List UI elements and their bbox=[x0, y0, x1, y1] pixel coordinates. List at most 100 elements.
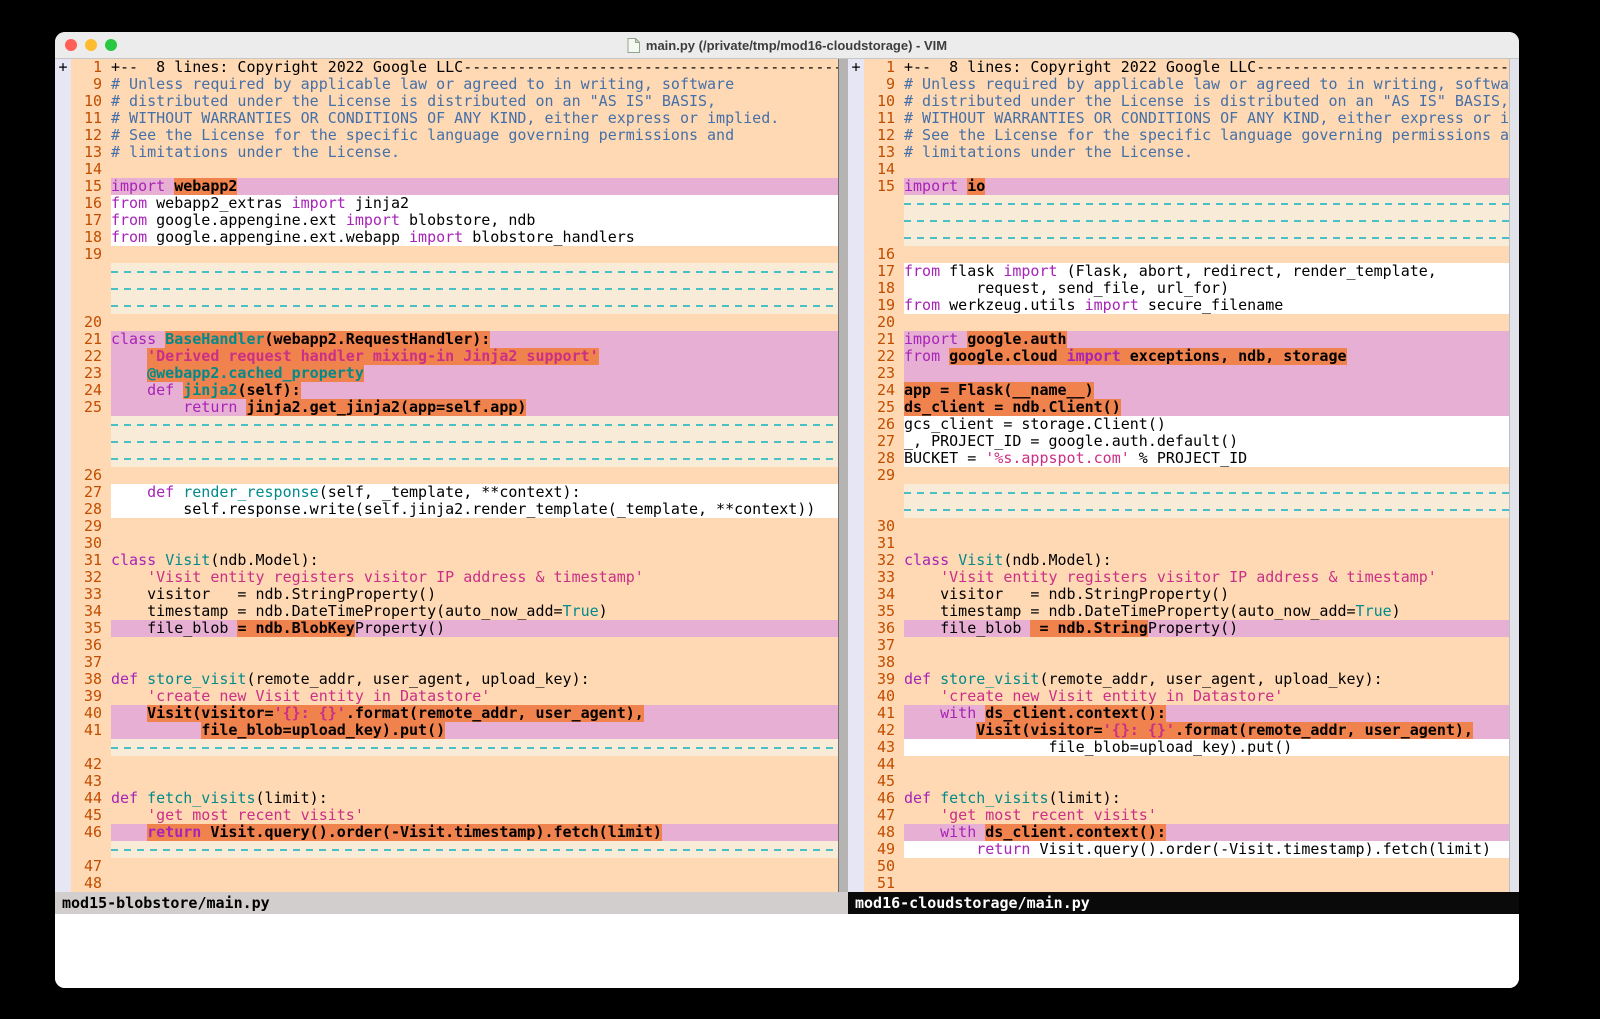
code-line[interactable]: 49 return Visit.query().order(-Visit.tim… bbox=[864, 841, 1509, 858]
code-line[interactable]: 39 'create new Visit entity in Datastore… bbox=[71, 688, 838, 705]
code-line[interactable]: 29 bbox=[71, 518, 838, 535]
code-line[interactable]: 9# Unless required by applicable law or … bbox=[864, 76, 1509, 93]
code-line[interactable]: 51 bbox=[864, 875, 1509, 892]
close-button[interactable] bbox=[65, 39, 77, 51]
code-line[interactable]: 41 file_blob=upload_key).put() bbox=[71, 722, 838, 739]
code-line[interactable]: 23 @webapp2.cached_property bbox=[71, 365, 838, 382]
code-line[interactable]: 11# WITHOUT WARRANTIES OR CONDITIONS OF … bbox=[71, 110, 838, 127]
code-line[interactable]: 13# limitations under the License. bbox=[864, 144, 1509, 161]
code-line[interactable]: 21class BaseHandler(webapp2.RequestHandl… bbox=[71, 331, 838, 348]
code-line[interactable]: 37 bbox=[71, 654, 838, 671]
code-line[interactable]: 38 bbox=[864, 654, 1509, 671]
diff-filler-line[interactable] bbox=[71, 739, 838, 756]
code-line[interactable]: 20 bbox=[71, 314, 838, 331]
code-line[interactable]: 14 bbox=[864, 161, 1509, 178]
code-line[interactable]: 24 def jinja2(self): bbox=[71, 382, 838, 399]
code-line[interactable]: 45 bbox=[864, 773, 1509, 790]
code-line[interactable]: 28 self.response.write(self.jinja2.rende… bbox=[71, 501, 838, 518]
code-line[interactable]: 44def fetch_visits(limit): bbox=[71, 790, 838, 807]
code-line[interactable]: 1+-- 8 lines: Copyright 2022 Google LLC-… bbox=[864, 59, 1509, 76]
code-line[interactable]: 27_, PROJECT_ID = google.auth.default() bbox=[864, 433, 1509, 450]
code-line[interactable]: 22 'Derived request handler mixing-in Ji… bbox=[71, 348, 838, 365]
code-line[interactable]: 23 bbox=[864, 365, 1509, 382]
code-line[interactable]: 25ds_client = ndb.Client() bbox=[864, 399, 1509, 416]
code-line[interactable]: 17from google.appengine.ext import blobs… bbox=[71, 212, 838, 229]
diff-filler-line[interactable] bbox=[71, 280, 838, 297]
code-line[interactable]: 15import webapp2 bbox=[71, 178, 838, 195]
code-line[interactable]: 41 with ds_client.context(): bbox=[864, 705, 1509, 722]
code-line[interactable]: 1+-- 8 lines: Copyright 2022 Google LLC-… bbox=[71, 59, 838, 76]
diff-filler-line[interactable] bbox=[864, 195, 1509, 212]
code-line[interactable]: 31class Visit(ndb.Model): bbox=[71, 552, 838, 569]
code-line[interactable]: 26 bbox=[71, 467, 838, 484]
code-line[interactable]: 30 bbox=[71, 535, 838, 552]
code-line[interactable]: 36 bbox=[71, 637, 838, 654]
code-line[interactable]: 21import google.auth bbox=[864, 331, 1509, 348]
code-line[interactable]: 50 bbox=[864, 858, 1509, 875]
window-titlebar[interactable]: main.py (/private/tmp/mod16-cloudstorage… bbox=[55, 32, 1519, 59]
code-line[interactable]: 30 bbox=[864, 518, 1509, 535]
code-line[interactable]: 12# See the License for the specific lan… bbox=[864, 127, 1509, 144]
code-line[interactable]: 13# limitations under the License. bbox=[71, 144, 838, 161]
code-line[interactable]: 10# distributed under the License is dis… bbox=[71, 93, 838, 110]
code-line[interactable]: 9# Unless required by applicable law or … bbox=[71, 76, 838, 93]
code-line[interactable]: 40 'create new Visit entity in Datastore… bbox=[864, 688, 1509, 705]
code-line[interactable]: 18 request, send_file, url_for) bbox=[864, 280, 1509, 297]
left-pane-scrollbar[interactable] bbox=[838, 59, 848, 892]
code-line[interactable]: 42 bbox=[71, 756, 838, 773]
code-line[interactable]: 19from werkzeug.utils import secure_file… bbox=[864, 297, 1509, 314]
code-line[interactable]: 20 bbox=[864, 314, 1509, 331]
code-line[interactable]: 36 file_blob = ndb.StringProperty() bbox=[864, 620, 1509, 637]
code-line[interactable]: 16from webapp2_extras import jinja2 bbox=[71, 195, 838, 212]
diff-filler-line[interactable] bbox=[864, 484, 1509, 501]
code-line[interactable]: 29 bbox=[864, 467, 1509, 484]
code-line[interactable]: 24app = Flask(__name__) bbox=[864, 382, 1509, 399]
fold-closed-marker[interactable]: + bbox=[58, 59, 67, 76]
code-line[interactable]: 43 bbox=[71, 773, 838, 790]
code-line[interactable]: 39def store_visit(remote_addr, user_agen… bbox=[864, 671, 1509, 688]
diff-filler-line[interactable] bbox=[71, 450, 838, 467]
code-line[interactable]: 44 bbox=[864, 756, 1509, 773]
code-line[interactable]: 48 with ds_client.context(): bbox=[864, 824, 1509, 841]
code-line[interactable]: 19 bbox=[71, 246, 838, 263]
code-line[interactable]: 34 timestamp = ndb.DateTimeProperty(auto… bbox=[71, 603, 838, 620]
code-line[interactable]: 14 bbox=[71, 161, 838, 178]
code-line[interactable]: 11# WITHOUT WARRANTIES OR CONDITIONS OF … bbox=[864, 110, 1509, 127]
diff-filler-line[interactable] bbox=[71, 433, 838, 450]
fold-closed-marker[interactable]: + bbox=[851, 59, 860, 76]
code-line[interactable]: 33 visitor = ndb.StringProperty() bbox=[71, 586, 838, 603]
code-line[interactable]: 10# distributed under the License is dis… bbox=[864, 93, 1509, 110]
code-line[interactable]: 47 'get most recent visits' bbox=[864, 807, 1509, 824]
code-line[interactable]: 42 Visit(visitor='{}: {}'.format(remote_… bbox=[864, 722, 1509, 739]
code-line[interactable]: 22from google.cloud import exceptions, n… bbox=[864, 348, 1509, 365]
code-line[interactable]: 46 return Visit.query().order(-Visit.tim… bbox=[71, 824, 838, 841]
code-line[interactable]: 28BUCKET = '%s.appspot.com' % PROJECT_ID bbox=[864, 450, 1509, 467]
fold-column-left[interactable]: + bbox=[55, 59, 71, 892]
code-line[interactable]: 16 bbox=[864, 246, 1509, 263]
code-line[interactable]: 34 visitor = ndb.StringProperty() bbox=[864, 586, 1509, 603]
code-line[interactable]: 38def store_visit(remote_addr, user_agen… bbox=[71, 671, 838, 688]
code-line[interactable]: 18from google.appengine.ext.webapp impor… bbox=[71, 229, 838, 246]
minimize-button[interactable] bbox=[85, 39, 97, 51]
code-line[interactable]: 26gcs_client = storage.Client() bbox=[864, 416, 1509, 433]
diff-filler-line[interactable] bbox=[71, 416, 838, 433]
code-line[interactable]: 47 bbox=[71, 858, 838, 875]
code-line[interactable]: 37 bbox=[864, 637, 1509, 654]
fold-column-right[interactable]: + bbox=[848, 59, 864, 892]
code-line[interactable]: 32class Visit(ndb.Model): bbox=[864, 552, 1509, 569]
code-line[interactable]: 25 return jinja2.get_jinja2(app=self.app… bbox=[71, 399, 838, 416]
code-line[interactable]: 12# See the License for the specific lan… bbox=[71, 127, 838, 144]
diff-filler-line[interactable] bbox=[864, 501, 1509, 518]
code-line[interactable]: 27 def render_response(self, _template, … bbox=[71, 484, 838, 501]
code-line[interactable]: 35 timestamp = ndb.DateTimeProperty(auto… bbox=[864, 603, 1509, 620]
diff-filler-line[interactable] bbox=[864, 212, 1509, 229]
code-line[interactable]: 43 file_blob=upload_key).put() bbox=[864, 739, 1509, 756]
code-line[interactable]: 40 Visit(visitor='{}: {}'.format(remote_… bbox=[71, 705, 838, 722]
code-line[interactable]: 32 'Visit entity registers visitor IP ad… bbox=[71, 569, 838, 586]
code-line[interactable]: 31 bbox=[864, 535, 1509, 552]
code-line[interactable]: 46def fetch_visits(limit): bbox=[864, 790, 1509, 807]
diff-filler-line[interactable] bbox=[71, 263, 838, 280]
zoom-button[interactable] bbox=[105, 39, 117, 51]
code-line[interactable]: 48 bbox=[71, 875, 838, 892]
right-pane-scrollbar[interactable] bbox=[1509, 59, 1519, 892]
